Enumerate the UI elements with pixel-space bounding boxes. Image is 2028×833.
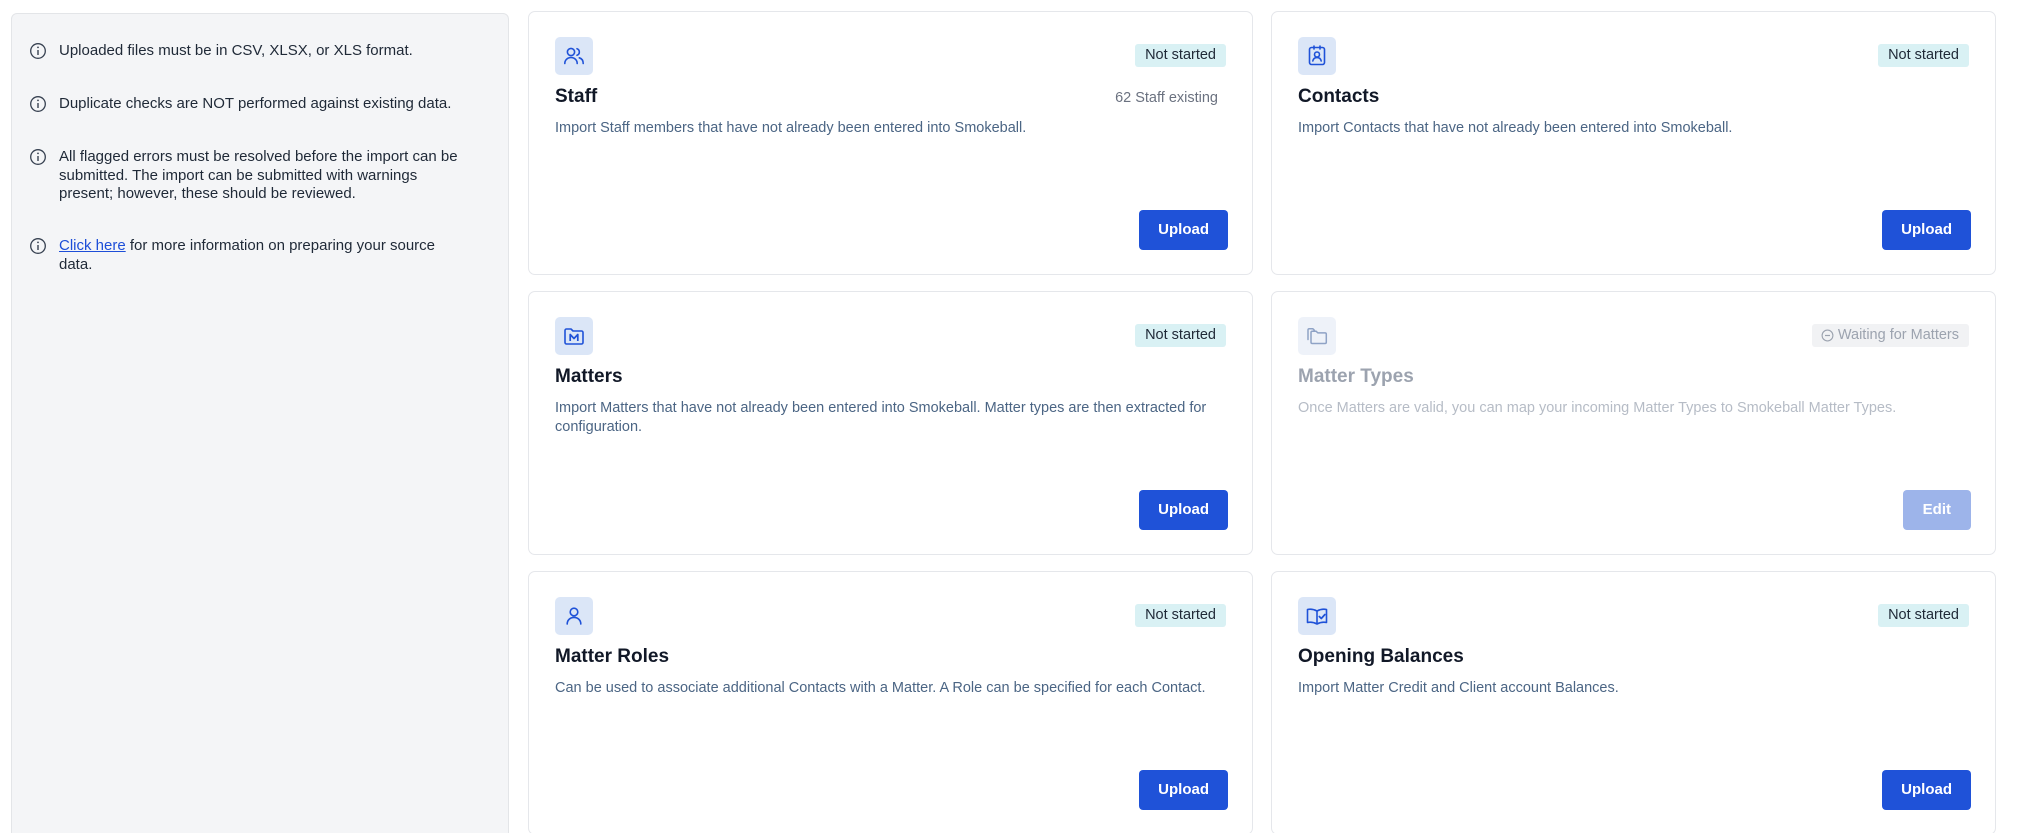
- status-badge: Not started: [1878, 604, 1969, 627]
- card-description: Import Matter Credit and Client account …: [1298, 680, 1619, 696]
- card-description: Import Staff members that have not alrea…: [555, 120, 1027, 136]
- info-circle-icon: [29, 148, 47, 166]
- note-more-info: Click here for more information on prepa…: [29, 237, 469, 274]
- info-circle-icon: [29, 95, 47, 113]
- card-title: Contacts: [1298, 86, 1380, 107]
- opening-balances-card: Not started Opening Balances Import Matt…: [1271, 571, 1996, 833]
- card-description: Import Contacts that have not already be…: [1298, 120, 1733, 136]
- status-badge: Waiting for Matters: [1811, 324, 1969, 347]
- staff-upload-button[interactable]: Upload: [1139, 210, 1228, 250]
- contact-card-icon: [1298, 37, 1336, 75]
- matter-types-card: Waiting for Matters Matter Types Once Ma…: [1271, 291, 1996, 555]
- info-circle-icon: [29, 42, 47, 60]
- contacts-upload-button[interactable]: Upload: [1882, 210, 1971, 250]
- note-text: Uploaded files must be in CSV, XLSX, or …: [59, 42, 413, 59]
- waiting-clock-icon: [1821, 329, 1834, 342]
- import-guidelines-panel: [11, 13, 509, 833]
- ledger-check-icon: [1298, 597, 1336, 635]
- card-title: Matter Roles: [555, 646, 670, 667]
- card-title: Matters: [555, 366, 623, 387]
- card-description: Can be used to associate additional Cont…: [555, 680, 1206, 696]
- matter-types-edit-button[interactable]: Edit: [1902, 490, 1971, 530]
- matter-roles-card: Not started Matter Roles Can be used to …: [528, 571, 1253, 833]
- users-icon: [555, 37, 593, 75]
- card-title: Staff: [555, 86, 598, 107]
- card-description: Once Matters are valid, you can map your…: [1298, 400, 1897, 416]
- contacts-card: Not started Contacts Import Contacts tha…: [1271, 11, 1996, 275]
- note-file-format: Uploaded files must be in CSV, XLSX, or …: [29, 42, 469, 61]
- status-badge: Not started: [1135, 604, 1226, 627]
- status-badge: Not started: [1878, 44, 1969, 67]
- staff-card: Not started Staff 62 Staff existing Impo…: [528, 11, 1253, 275]
- click-here-link[interactable]: Click here: [59, 237, 126, 254]
- note-text: Click here for more information on prepa…: [59, 237, 469, 274]
- status-badge: Not started: [1135, 324, 1226, 347]
- matters-upload-button[interactable]: Upload: [1139, 490, 1228, 530]
- card-title: Opening Balances: [1298, 646, 1464, 667]
- note-text: Duplicate checks are NOT performed again…: [59, 95, 452, 112]
- status-text: Waiting for Matters: [1837, 327, 1959, 343]
- card-description: Import Matters that have not already bee…: [555, 400, 1207, 435]
- status-badge: Not started: [1135, 44, 1226, 67]
- matters-card: Not started Matters Import Matters that …: [528, 291, 1253, 555]
- existing-count: 62 Staff existing: [1115, 90, 1218, 106]
- note-flagged-errors: All flagged errors must be resolved befo…: [29, 148, 469, 204]
- matter-folder-icon: [555, 317, 593, 355]
- folders-icon: [1298, 317, 1336, 355]
- note-duplicate-checks: Duplicate checks are NOT performed again…: [29, 95, 469, 114]
- card-title: Matter Types: [1298, 366, 1414, 387]
- person-icon: [555, 597, 593, 635]
- matter-roles-upload-button[interactable]: Upload: [1139, 770, 1228, 810]
- info-circle-icon: [29, 237, 47, 255]
- opening-balances-upload-button[interactable]: Upload: [1882, 770, 1971, 810]
- note-text: All flagged errors must be resolved befo…: [59, 148, 458, 202]
